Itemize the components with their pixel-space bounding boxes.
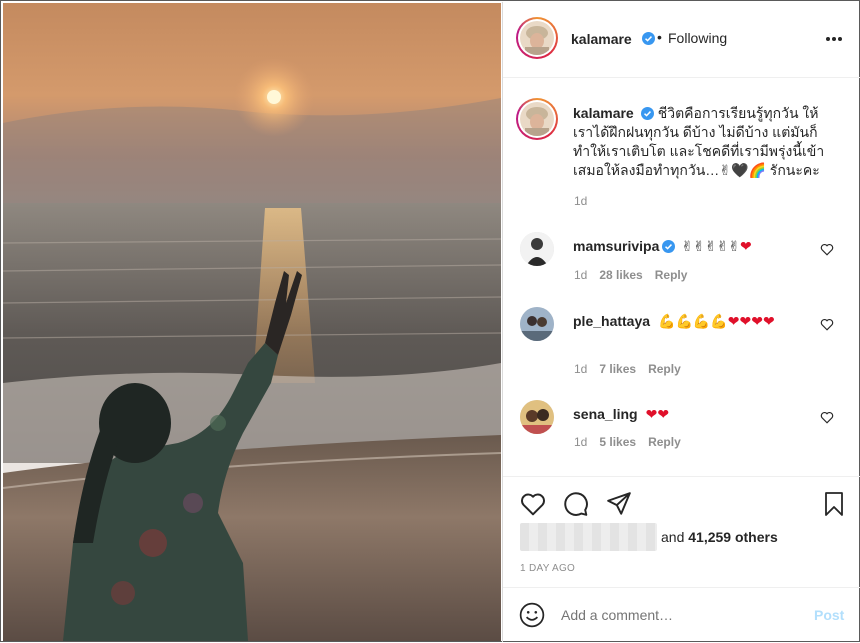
author-username[interactable]: kalamare (571, 31, 632, 47)
comment-bubble-icon[interactable] (563, 491, 589, 517)
comment-meta: 1d 28 likes Reply (574, 268, 699, 282)
add-comment-bar: Post (503, 587, 860, 643)
post-date[interactable]: 1 DAY AGO (520, 563, 575, 574)
heart-outline-icon[interactable] (520, 491, 546, 517)
comment-time[interactable]: 1d (574, 435, 587, 449)
comment-body: ple_hattaya 💪💪💪💪❤❤❤❤ (573, 311, 823, 332)
commenter-avatar[interactable] (520, 307, 554, 341)
commenter-username[interactable]: sena_ling (573, 406, 638, 422)
sunset-beach-image (3, 3, 501, 641)
avatar[interactable] (516, 17, 558, 59)
post-comment-button[interactable]: Post (814, 607, 844, 623)
blurred-liker-names (520, 523, 657, 551)
comment-text: ❤❤ (645, 407, 670, 423)
likes-summary[interactable]: and 41,259 others (520, 523, 778, 551)
comment-text: ✌✌✌✌✌❤ (681, 239, 752, 255)
verified-badge-icon (640, 107, 654, 120)
comment-likes[interactable]: 5 likes (599, 435, 636, 449)
post-header: kalamare • Following (503, 2, 860, 78)
heart-outline-icon[interactable] (820, 318, 834, 331)
commenter-avatar[interactable] (520, 232, 554, 266)
comment-body: mamsurivipa ✌✌✌✌✌❤ (573, 236, 823, 257)
more-horizontal-icon[interactable] (825, 36, 843, 42)
likes-count: and 41,259 others (661, 529, 778, 545)
reply-button[interactable]: Reply (648, 362, 681, 376)
comment-likes[interactable]: 7 likes (599, 362, 636, 376)
post-actions: and 41,259 others 1 DAY AGO Post (503, 476, 860, 642)
caption-text: kalamare ชีวิตคือการเรียนรู้ทุกวัน ให้เรา… (573, 104, 835, 180)
comment-time[interactable]: 1d (574, 362, 587, 376)
commenter-username[interactable]: mamsurivipa (573, 238, 659, 254)
comment-meta: 1d 7 likes Reply (574, 362, 693, 376)
separator-dot: • (657, 29, 662, 45)
heart-outline-icon[interactable] (820, 411, 834, 424)
comment-meta: 1d 5 likes Reply (574, 435, 693, 449)
reply-button[interactable]: Reply (648, 435, 681, 449)
commenter-username[interactable]: ple_hattaya (573, 313, 650, 329)
caption-time[interactable]: 1d (574, 194, 587, 208)
comment-body: sena_ling ❤❤ (573, 404, 823, 425)
smiley-icon[interactable] (519, 602, 545, 628)
caption-username[interactable]: kalamare (573, 105, 634, 121)
post-photo[interactable] (3, 3, 501, 641)
caption-avatar[interactable] (516, 98, 558, 140)
comment-likes[interactable]: 28 likes (599, 268, 642, 282)
bookmark-icon[interactable] (821, 491, 847, 517)
paper-plane-icon[interactable] (606, 491, 632, 517)
heart-outline-icon[interactable] (820, 243, 834, 256)
post-details-panel: kalamare • Following kalamare ชีวิตคือการ… (502, 2, 860, 642)
verified-badge-icon (662, 240, 676, 253)
comment-text: 💪💪💪💪❤❤❤❤ (658, 314, 775, 330)
commenter-avatar[interactable] (520, 400, 554, 434)
comment-time[interactable]: 1d (574, 268, 587, 282)
following-button[interactable]: Following (668, 30, 727, 46)
verified-badge-icon (642, 32, 655, 45)
comment-input[interactable] (561, 607, 791, 623)
window-frame: kalamare • Following kalamare ชีวิตคือการ… (0, 0, 860, 642)
reply-button[interactable]: Reply (655, 268, 688, 282)
